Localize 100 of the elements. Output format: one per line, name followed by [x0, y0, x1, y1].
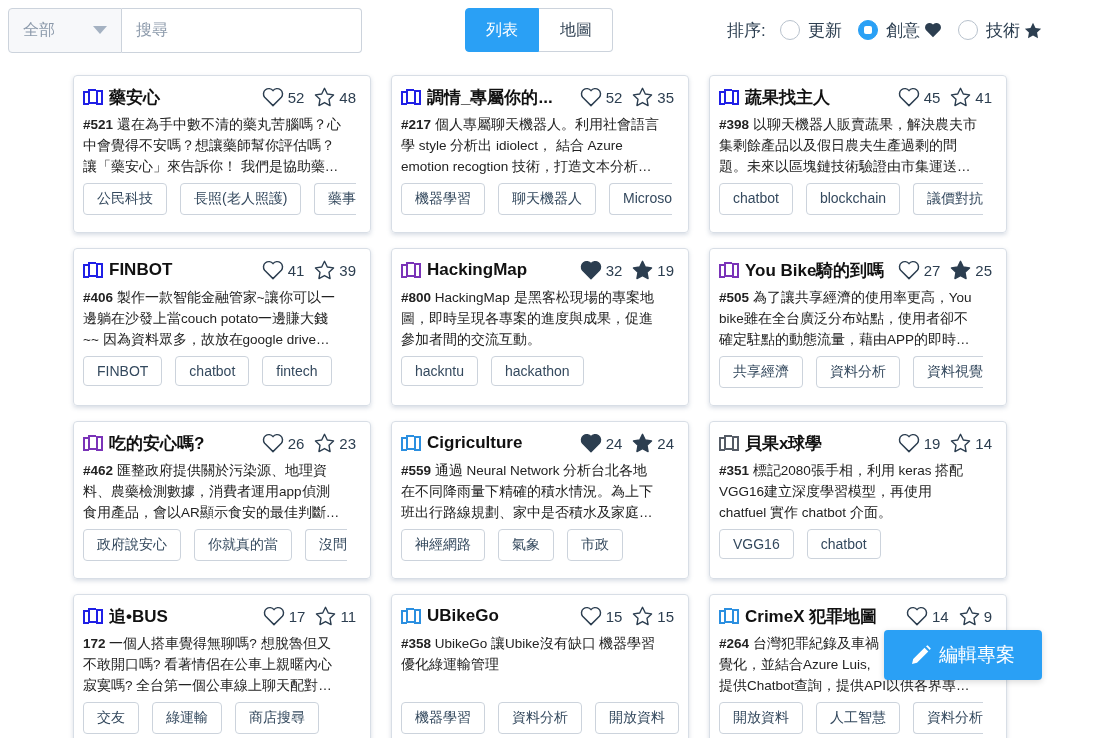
project-card[interactable]: HackingMap 32 19 #800 HackingMap 是黑客松現場的專案地 圖，即時呈現各專案的進度與成果，促進 參加者間的交流互動。 hackntu hackathon [391, 248, 689, 406]
tag[interactable]: FINBOT [83, 356, 163, 386]
star-icon[interactable] [950, 260, 972, 280]
heart-icon[interactable] [579, 606, 602, 626]
star-count: 11 [340, 607, 356, 625]
heart-icon[interactable] [261, 433, 284, 453]
heart-icon[interactable] [897, 87, 920, 107]
project-title[interactable]: 藥安心 [109, 85, 160, 109]
tag[interactable]: 共享經濟 [719, 356, 803, 388]
tag[interactable]: 人工智慧 [816, 702, 900, 734]
tag[interactable]: 你就真的當 [194, 529, 292, 561]
star-icon[interactable] [632, 260, 654, 280]
heart-icon[interactable] [261, 87, 284, 107]
description-line: #358 UbikeGo 讓Ubike沒有缺口 機器學習 [401, 635, 656, 653]
project-title[interactable]: 貝果x球學 [745, 431, 823, 455]
project-title[interactable]: You Bike騎的到嗎 [745, 258, 885, 282]
tag[interactable]: 綠運輸 [152, 702, 222, 734]
tag[interactable]: hackntu [401, 356, 479, 386]
project-title[interactable]: 調情_專屬你的... [427, 85, 553, 109]
view-tab[interactable]: 地圖 [539, 8, 613, 52]
project-card[interactable]: 調情_專屬你的... 52 35 #217 個人專屬聊天機器人。利用社會語言 學 style 分析出 idiolect， 結合 Azure emotion recogtion 技術，打造文本分析… 機器學習 聊天機器人 Microso [391, 75, 689, 233]
description-line: 在不同降雨量下精確的積水情況。為上下 [401, 483, 653, 501]
star-icon[interactable] [950, 87, 972, 107]
heart-icon[interactable] [897, 260, 920, 280]
tag[interactable]: 交友 [83, 702, 139, 734]
star-icon[interactable] [632, 606, 654, 626]
star-icon[interactable] [632, 433, 654, 453]
tag[interactable]: 公民科技 [83, 183, 167, 215]
sort-label: 排序: [727, 19, 766, 42]
star-icon[interactable] [632, 87, 654, 107]
heart-icon[interactable] [905, 606, 928, 626]
radio-button[interactable] [857, 20, 878, 40]
project-title[interactable]: FINBOT [109, 260, 173, 280]
search-field[interactable]: 搜尋 [122, 7, 362, 53]
description-line: 不敢開口嗎? 看著情侶在公車上親暱內心 [83, 656, 333, 674]
project-title[interactable]: 吃的安心嗎? [109, 431, 205, 455]
project-card[interactable]: 吃的安心嗎? 26 23 #462 匯整政府提供關於污染源、地理資 料、農藥檢測數據，消費者運用app偵測 食用產品，會以AR顯示食安的最佳判斷… 政府說安心 你就真的當 沒問 [73, 421, 371, 579]
project-title[interactable]: 蔬果找主人 [745, 85, 830, 109]
tag[interactable]: hackathon [491, 356, 584, 386]
tag[interactable]: 資料視覺 [913, 356, 983, 388]
tag[interactable]: 資料分析 [498, 702, 582, 734]
star-count: 9 [983, 607, 992, 625]
tag[interactable]: 資料分析 [816, 356, 900, 388]
tag[interactable]: 機器學習 [401, 702, 485, 734]
tag[interactable]: 氣象 [498, 529, 554, 561]
project-title[interactable]: CrimeX 犯罪地圖 [745, 604, 878, 628]
project-card[interactable]: You Bike騎的到嗎 27 25 #505 為了讓共享經濟的使用率更高，You bike雖在全台廣泛分布站點，使用者卻不 確定駐點的動態流量，藉由APP的即時… 共享經濟 資料分析 資料視覺 [709, 248, 1007, 406]
heart-icon[interactable] [261, 260, 284, 280]
tag[interactable]: 沒問 [305, 529, 347, 561]
tag[interactable]: 開放資料 [595, 702, 679, 734]
tag[interactable]: 長照(老人照護) [180, 183, 302, 215]
heart-icon[interactable] [897, 433, 920, 453]
tag[interactable]: 機器學習 [401, 183, 485, 215]
description-line: 學 style 分析出 idiolect， 結合 Azure [401, 137, 623, 155]
star-icon[interactable] [314, 433, 336, 453]
project-title[interactable]: UBikeGo [427, 606, 499, 626]
sort-option[interactable]: 更新 [807, 18, 842, 42]
like-count: 45 [923, 88, 941, 106]
tag[interactable]: 市政 [567, 529, 623, 561]
tag[interactable]: 神經網路 [401, 529, 485, 561]
heart-icon[interactable] [262, 606, 285, 626]
project-title[interactable]: Cigriculture [427, 433, 523, 453]
description-line: 讓「藥安心」來告訴你！ 我們是協助藥… [83, 158, 339, 176]
tag[interactable]: 議價對抗 [913, 183, 984, 215]
star-icon[interactable] [958, 606, 980, 626]
star-icon[interactable] [314, 260, 336, 280]
star-icon[interactable] [315, 606, 337, 626]
tag[interactable]: 政府說安心 [83, 529, 181, 561]
project-card[interactable]: 蔬果找主人 45 41 #398 以聊天機器人販賣蔬果，解決農夫市 集剩餘產品以及假日農夫生產過剩的問 題。未來以區塊鏈技術驗證由市集運送… chatbot blockchain 議價對抗 [709, 75, 1007, 233]
project-card[interactable]: 貝果x球學 19 14 #351 標記2080張手相，利用 keras 搭配 VGG16建立深度學習模型，再使用 chatfuel 實作 chatbot 介面。 VGG16 chatbot [709, 421, 1007, 579]
project-card[interactable]: FINBOT 41 39 #406 製作一款智能金融管家~讓你可以一 邊躺在沙發上當couch potato一邊賺大錢 ~~ 因為資料眾多，故放在google drive… FINBOT chatbot fintech [73, 248, 371, 406]
tag[interactable]: chatbot [719, 183, 793, 215]
tag[interactable]: Microso [609, 183, 672, 215]
heart-icon[interactable] [579, 433, 602, 453]
tag[interactable]: 資料分析 [913, 702, 983, 734]
star-icon[interactable] [314, 87, 336, 107]
heart-icon[interactable] [579, 260, 602, 280]
project-card[interactable]: 追•BUS 17 11 172 一個人搭車覺得無聊嗎? 想脫魯但又 不敢開口嗎? 看著情侶在公車上親暱內心 寂寞嗎? 全台第一個公車線上聊天配對… 交友 綠運輸 商店搜尋 [73, 594, 371, 738]
description-line: 中會覺得不安嗎？想讓藥師幫你評估嗎？ [83, 137, 335, 155]
tag[interactable]: 藥事 [314, 183, 357, 215]
tag[interactable]: 聊天機器人 [498, 183, 596, 215]
tag[interactable]: 開放資料 [719, 702, 803, 734]
description-line: emotion recogtion 技術，打造文本分析… [401, 158, 652, 176]
heart-icon[interactable] [579, 87, 602, 107]
tag[interactable]: blockchain [805, 183, 901, 215]
project-card[interactable]: UBikeGo 15 15 #358 UbikeGo 讓Ubike沒有缺口 機器學習 優化綠運輸管理 機器學習 資料分析 開放資料 [391, 594, 689, 738]
project-card[interactable]: Cigriculture 24 24 #559 通過 Neural Network 分析台北各地 在不同降雨量下精確的積水情況。為上下 班出行路線規劃、家中是否積水及家庭… 神經網路 氣象 市政 [391, 421, 689, 579]
tag[interactable]: VGG16 [719, 529, 794, 559]
sort-option[interactable]: 技術 [985, 18, 1020, 42]
description-line: 食用產品，會以AR顯示食安的最佳判斷… [83, 504, 340, 522]
project-title[interactable]: 追•BUS [109, 604, 168, 628]
project-card[interactable]: 藥安心 52 48 #521 還在為手中數不清的藥丸苦腦嗎？心 中會覺得不安嗎？想讓藥師幫你評估嗎？ 讓「藥安心」來告訴你！ 我們是協助藥… 公民科技 長照(老人照護) 藥事 [73, 75, 371, 233]
tag[interactable]: fintech [262, 356, 332, 386]
tag[interactable]: 商店搜尋 [235, 702, 319, 734]
tag[interactable]: chatbot [806, 529, 881, 559]
sort-option[interactable]: 創意 [885, 18, 920, 42]
tag[interactable]: chatbot [175, 356, 250, 386]
like-count: 24 [605, 434, 623, 452]
project-title[interactable]: HackingMap [427, 260, 528, 280]
star-icon[interactable] [950, 433, 972, 453]
